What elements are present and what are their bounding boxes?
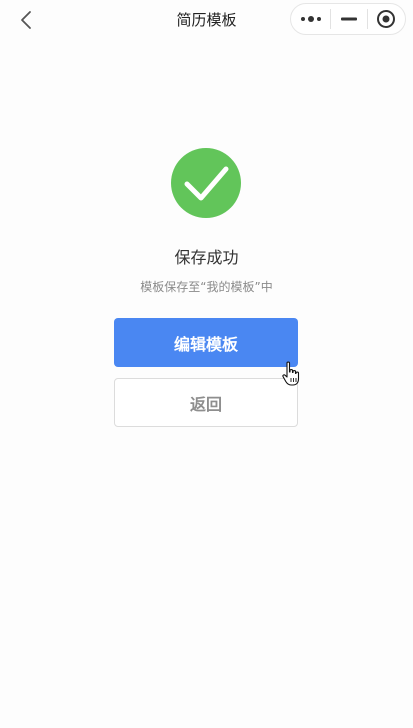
close-button[interactable] <box>368 4 405 34</box>
success-title: 保存成功 <box>174 248 239 267</box>
edit-template-button[interactable]: 编辑模板 <box>114 318 298 367</box>
screen: 简历模板 保存成功 模板保存至“我的模板”中 编辑模板 返回 <box>0 0 413 728</box>
hand-cursor-icon <box>282 361 300 386</box>
more-button[interactable] <box>291 4 330 34</box>
success-description: 模板保存至“我的模板”中 <box>140 280 273 294</box>
navbar: 简历模板 <box>0 0 413 38</box>
more-dots-icon <box>300 16 321 22</box>
check-circle-icon <box>171 148 241 218</box>
target-circle-icon <box>377 10 396 28</box>
return-button[interactable]: 返回 <box>114 378 298 427</box>
minimize-button[interactable] <box>331 4 366 34</box>
minimize-icon <box>340 17 357 21</box>
capsule-menu <box>290 3 406 35</box>
